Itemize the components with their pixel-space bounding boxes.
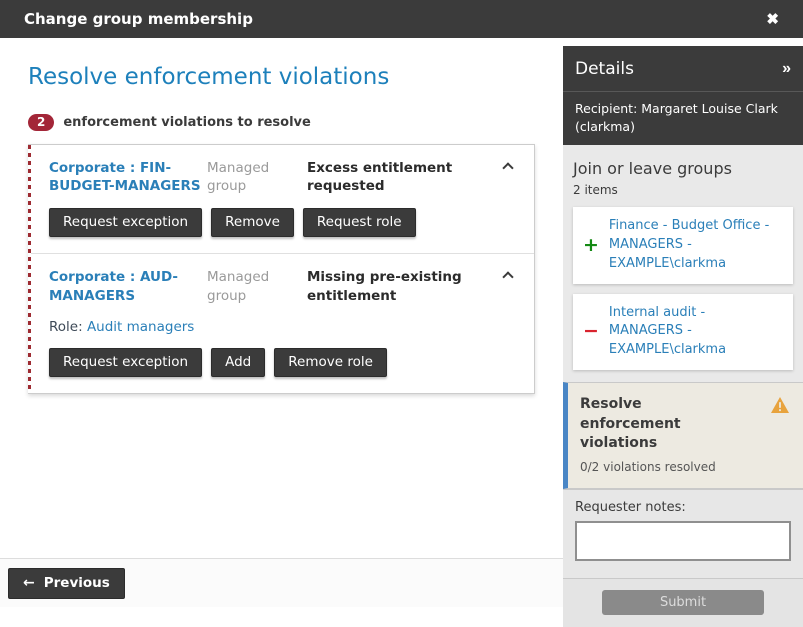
previous-button[interactable]: ← Previous [8,568,125,599]
violation-item: Corporate : FIN-BUDGET-MANAGERS Managed … [29,145,534,253]
request-exception-button[interactable]: Request exception [49,208,202,237]
back-arrow-icon: ← [23,575,35,591]
join-leave-groups-section: Join or leave groups 2 items + Finance -… [563,145,803,382]
chevron-up-icon [502,162,513,173]
request-exception-button[interactable]: Request exception [49,348,202,377]
previous-button-label: Previous [44,575,110,591]
resolve-violations-card-title: Resolve enforcement violations [580,395,730,454]
role-label: Role: [49,319,83,335]
close-icon: ✖ [766,11,779,28]
violation-actions: Request exception Remove Request role [49,208,518,237]
group-card-remove[interactable]: − Internal audit - MANAGERS - EXAMPLE\cl… [573,294,793,371]
change-group-membership-dialog: Change group membership ✖ Resolve enforc… [0,0,803,607]
chevron-double-right-icon: » [782,60,791,77]
warning-icon [771,397,789,413]
submit-bar: Submit [563,578,803,627]
group-type-label: Managed group [207,268,307,304]
group-type-label: Managed group [207,159,307,195]
request-role-button[interactable]: Request role [303,208,416,237]
violation-header: Corporate : AUD-MANAGERS Managed group M… [49,268,518,304]
main-column: Resolve enforcement violations 2 enforce… [0,38,563,607]
close-button[interactable]: ✖ [766,12,779,27]
details-title: Details [575,59,634,79]
minus-icon: − [583,322,599,341]
group-link[interactable]: Corporate : AUD-MANAGERS [49,268,207,304]
violations-summary-row: 2 enforcement violations to resolve [28,114,535,131]
plus-icon: + [583,236,599,255]
page-title: Resolve enforcement violations [28,64,535,90]
group-card-add[interactable]: + Finance - Budget Office - MANAGERS - E… [573,207,793,284]
recipient-info: Recipient: Margaret Louise Clark (clarkm… [563,92,803,145]
role-link[interactable]: Audit managers [87,319,194,335]
group-card-label: Finance - Budget Office - MANAGERS - EXA… [609,217,783,274]
dialog-title: Change group membership [24,10,253,28]
dialog-body: Resolve enforcement violations 2 enforce… [0,38,803,607]
groups-section-title: Join or leave groups [573,159,793,178]
add-button[interactable]: Add [211,348,265,377]
submit-button[interactable]: Submit [602,590,764,615]
resolve-violations-card[interactable]: Resolve enforcement violations 0/2 viola… [563,382,803,489]
titlebar: Change group membership ✖ [0,0,803,38]
violations-count-badge: 2 [28,114,54,131]
violation-actions: Request exception Add Remove role [49,348,518,377]
requester-notes-section: Requester notes: [563,489,803,578]
footer-bar: ← Previous [0,558,563,607]
remove-button[interactable]: Remove [211,208,294,237]
violation-item: Corporate : AUD-MANAGERS Managed group M… [29,253,534,392]
group-link[interactable]: Corporate : FIN-BUDGET-MANAGERS [49,159,207,195]
violation-message: Missing pre-existing entitlement [307,268,498,304]
main-content: Resolve enforcement violations 2 enforce… [0,38,563,558]
chevron-up-icon [502,271,513,282]
violation-message: Excess entitlement requested [307,159,498,195]
collapse-violation-button[interactable] [498,268,518,284]
collapse-violation-button[interactable] [498,159,518,175]
details-sidebar: Details » Recipient: Margaret Louise Cla… [563,46,803,607]
requester-notes-input[interactable] [575,521,791,561]
requester-notes-label: Requester notes: [575,500,791,515]
details-header: Details » [563,46,803,92]
collapse-sidebar-button[interactable]: » [782,60,791,78]
violation-header: Corporate : FIN-BUDGET-MANAGERS Managed … [49,159,518,195]
role-row: Role: Audit managers [49,319,518,335]
group-card-label: Internal audit - MANAGERS - EXAMPLE\clar… [609,304,783,361]
violations-summary-text: enforcement violations to resolve [63,115,310,130]
remove-role-button[interactable]: Remove role [274,348,387,377]
violations-resolved-status: 0/2 violations resolved [580,460,791,474]
groups-item-count: 2 items [573,183,793,197]
violations-list: Corporate : FIN-BUDGET-MANAGERS Managed … [28,144,535,394]
